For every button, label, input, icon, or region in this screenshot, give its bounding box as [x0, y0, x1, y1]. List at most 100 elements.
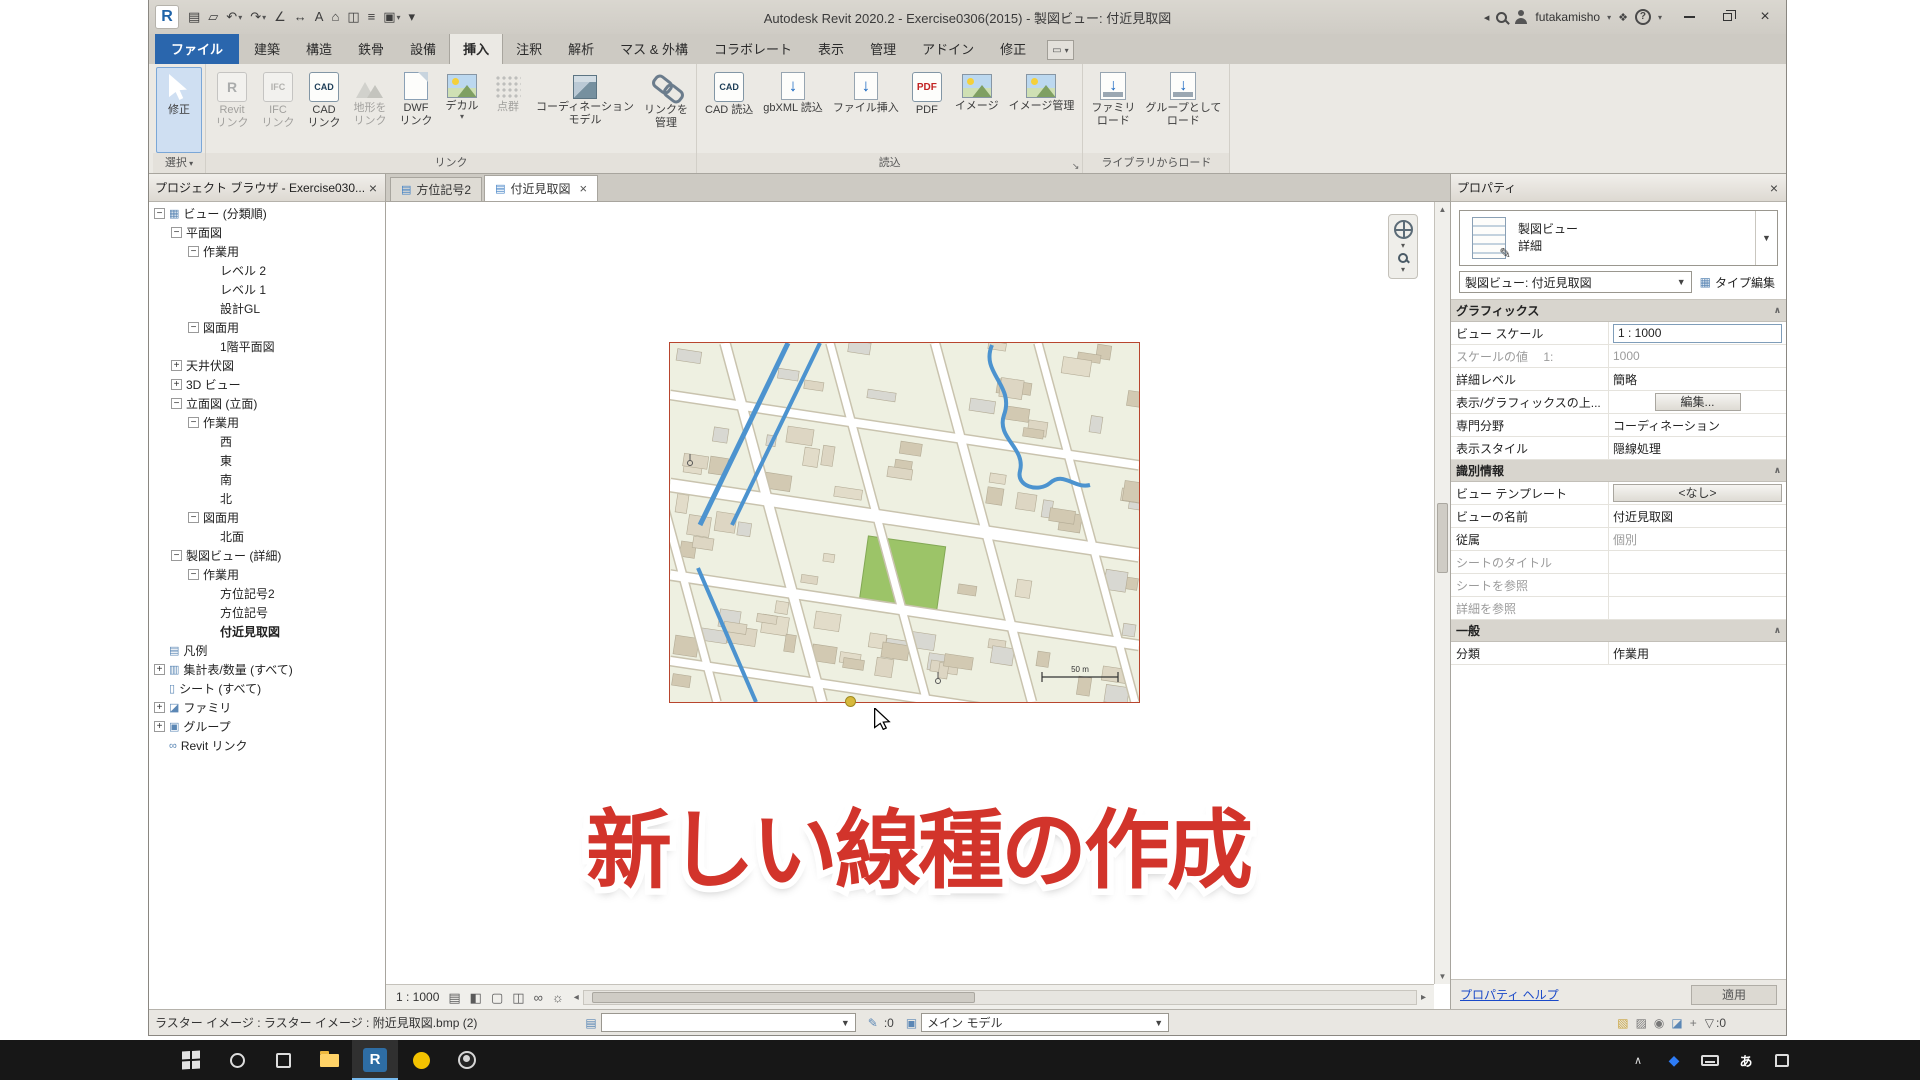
tree-item[interactable]: −製図ビュー (詳細) [149, 546, 385, 565]
expand-minus-icon[interactable]: − [188, 512, 199, 523]
property-value[interactable]: 作業用 [1609, 642, 1786, 664]
toggle-select-pinned-icon[interactable]: ◉ [1654, 1016, 1664, 1030]
help-icon[interactable]: ? [1635, 9, 1651, 25]
close-view-tab-icon[interactable]: × [580, 181, 588, 196]
vertical-scroll-track[interactable] [1435, 217, 1450, 969]
properties-help-link[interactable]: プロパティ ヘルプ [1460, 986, 1559, 1003]
search-icon[interactable] [1496, 12, 1507, 23]
temporary-hide-isolate-icon[interactable]: ∞ [534, 991, 543, 1004]
tree-item[interactable]: −▦ビュー (分類順) [149, 204, 385, 223]
toggle-drag-on-selection-icon[interactable]: + [1690, 1016, 1697, 1030]
decal-button[interactable]: デカル▾ [439, 67, 485, 153]
expand-minus-icon[interactable]: − [188, 569, 199, 580]
import-gbxml-button[interactable]: gbXML 読込 [758, 67, 828, 153]
property-value[interactable]: <なし> [1609, 482, 1786, 504]
ribbon-tab-file[interactable]: ファイル [155, 33, 239, 64]
scroll-down-icon[interactable]: ▼ [1439, 969, 1447, 984]
ribbon-tab-structure[interactable]: 構造 [293, 34, 345, 64]
close-project-browser-icon[interactable]: × [367, 180, 379, 196]
property-value[interactable]: 1000 [1609, 345, 1786, 367]
tree-item[interactable]: 付近見取図 [149, 622, 385, 641]
zoom-menu-caret-icon[interactable]: ▾ [1401, 266, 1405, 274]
coordination-model-button[interactable]: コーディネーション モデル [531, 67, 639, 153]
tree-item[interactable]: +◪ファミリ [149, 698, 385, 717]
tree-item[interactable]: −作業用 [149, 242, 385, 261]
tree-item[interactable]: ▤凡例 [149, 641, 385, 660]
tree-item[interactable]: +▣グループ [149, 717, 385, 736]
import-pdf-button[interactable]: PDFPDF [904, 67, 950, 153]
collapse-section-icon[interactable]: ∧ [1774, 465, 1781, 476]
expand-plus-icon[interactable]: + [171, 379, 182, 390]
crop-view-icon[interactable]: ▢ [491, 991, 503, 1004]
view-tab-hoi-kigo-2[interactable]: ▤方位記号2 [390, 177, 482, 201]
property-value[interactable]: 編集... [1609, 391, 1786, 413]
manage-images-button[interactable]: イメージ管理 [1004, 67, 1080, 153]
view-template-button[interactable]: <なし> [1613, 484, 1782, 502]
property-section-graphics[interactable]: グラフィックス∧ [1451, 300, 1786, 322]
ribbon-tab-view[interactable]: 表示 [805, 34, 857, 64]
site-map-image[interactable]: 50 m [670, 343, 1139, 702]
steering-wheel-icon[interactable] [1394, 220, 1413, 239]
qat-undo-icon[interactable]: ↶▾ [223, 8, 245, 26]
collapse-section-icon[interactable]: ∧ [1774, 305, 1781, 316]
tree-item[interactable]: ▯シート (すべて) [149, 679, 385, 698]
dropbox-tray-button[interactable]: ◆ [1656, 1040, 1692, 1080]
property-value[interactable]: コーディネーション [1609, 414, 1786, 436]
file-explorer-button[interactable] [306, 1040, 352, 1080]
horizontal-scroll-thumb[interactable] [592, 992, 975, 1003]
panel-collapse-icon[interactable]: ◂ [1484, 11, 1490, 24]
close-properties-icon[interactable]: × [1768, 180, 1780, 196]
ime-mode-button[interactable]: あ [1728, 1040, 1764, 1080]
insert-from-file-button[interactable]: ファイル挿入 [828, 67, 904, 153]
ribbon-tab-manage[interactable]: 管理 [857, 34, 909, 64]
scroll-right-icon[interactable]: ▸ [1417, 992, 1430, 1003]
expand-minus-icon[interactable]: − [188, 417, 199, 428]
view-scale-button[interactable]: 1 : 1000 [396, 990, 439, 1004]
element-filter-select[interactable]: 製図ビュー: 付近見取図 ▼ [1459, 271, 1692, 293]
tray-expand-button[interactable]: ∧ [1620, 1040, 1656, 1080]
ribbon-tab-addins[interactable]: アドイン [909, 34, 987, 64]
type-selector-caret-icon[interactable]: ▼ [1755, 211, 1777, 265]
expand-minus-icon[interactable]: − [188, 322, 199, 333]
property-section-identity[interactable]: 識別情報∧ [1451, 460, 1786, 482]
scroll-left-icon[interactable]: ◂ [570, 992, 583, 1003]
notifications-button[interactable] [1764, 1040, 1800, 1080]
ribbon-tab-steel[interactable]: 鉄骨 [345, 34, 397, 64]
link-cad-button[interactable]: CADCAD リンク [301, 67, 347, 153]
visual-style-icon[interactable]: ◧ [470, 991, 482, 1004]
user-menu-caret-icon[interactable]: ▾ [1607, 13, 1611, 22]
load-group-button[interactable]: グループとして ロード [1140, 67, 1226, 153]
touch-keyboard-button[interactable] [1692, 1040, 1728, 1080]
modify-selection-toggle[interactable]: ▭ ▾ [1047, 40, 1073, 60]
property-value[interactable] [1609, 597, 1786, 619]
manage-links-button[interactable]: リンクを 管理 [639, 67, 693, 153]
editing-requests-badge[interactable]: ✎ :0 [864, 1016, 894, 1030]
expand-minus-icon[interactable]: − [154, 208, 165, 219]
help-menu-caret-icon[interactable]: ▾ [1658, 13, 1662, 22]
ribbon-tab-analyze[interactable]: 解析 [555, 34, 607, 64]
link-dwf-button[interactable]: DWF リンク [393, 67, 439, 153]
apply-button[interactable]: 適用 [1691, 985, 1777, 1005]
recording-indicator-button[interactable] [398, 1040, 444, 1080]
scroll-up-icon[interactable]: ▲ [1439, 202, 1447, 217]
tree-item[interactable]: +▥集計表/数量 (すべて) [149, 660, 385, 679]
vertical-scroll-thumb[interactable] [1437, 503, 1448, 573]
wheel-menu-caret-icon[interactable]: ▾ [1401, 242, 1405, 250]
ribbon-tab-architecture[interactable]: 建築 [241, 34, 293, 64]
qat-default-3d-view-icon[interactable]: ⌂ [328, 8, 342, 26]
detail-level-icon[interactable]: ▤ [448, 991, 460, 1004]
property-value[interactable]: 隠線処理 [1609, 437, 1786, 459]
toggle-select-by-face-icon[interactable]: ◪ [1671, 1016, 1682, 1030]
horizontal-scroll-track[interactable] [583, 990, 1417, 1005]
tree-item[interactable]: 西 [149, 432, 385, 451]
collapse-section-icon[interactable]: ∧ [1774, 625, 1781, 636]
start-button[interactable] [168, 1040, 214, 1080]
property-section-general[interactable]: 一般∧ [1451, 620, 1786, 642]
expand-plus-icon[interactable]: + [154, 721, 165, 732]
ribbon-tab-insert[interactable]: 挿入 [449, 33, 503, 64]
reveal-hidden-elements-icon[interactable]: ☼ [552, 991, 564, 1004]
property-value[interactable] [1609, 574, 1786, 596]
tree-item[interactable]: −平面図 [149, 223, 385, 242]
image-grip-handle[interactable] [845, 696, 856, 707]
revit-taskbar-button[interactable]: R [352, 1040, 398, 1080]
